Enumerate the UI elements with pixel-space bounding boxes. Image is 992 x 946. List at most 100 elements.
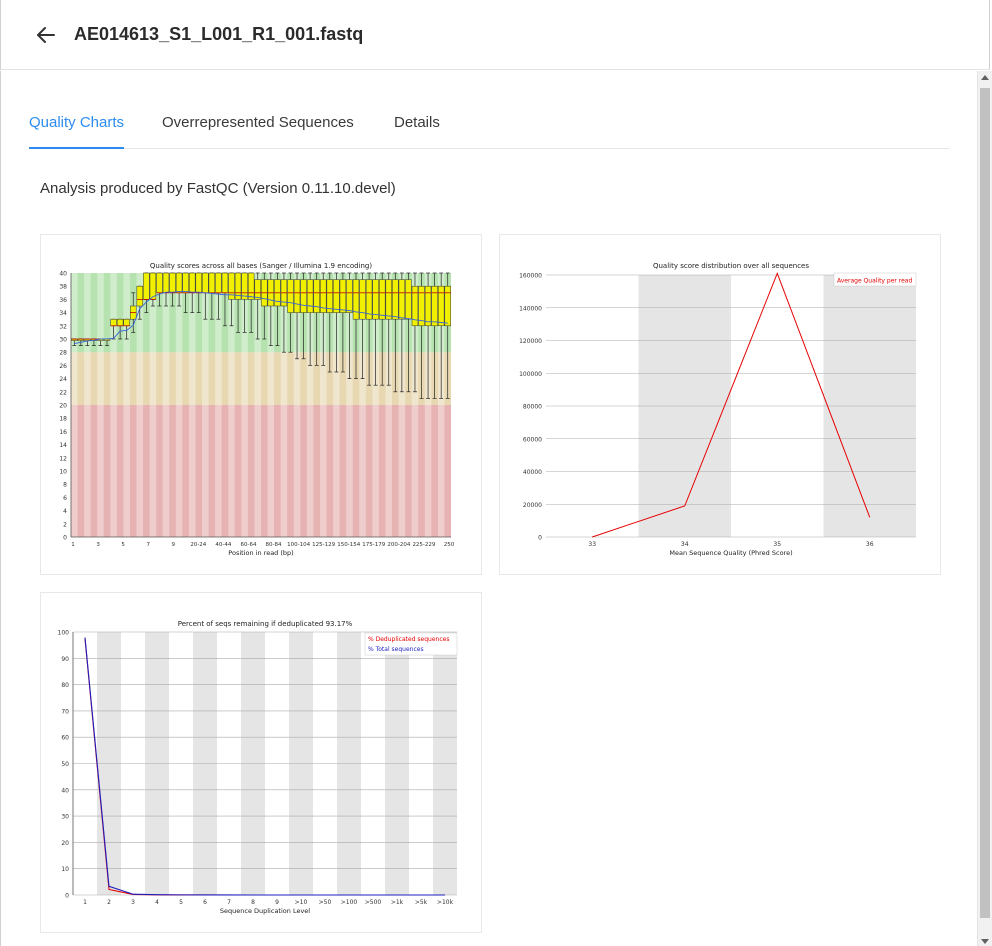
y-tick-label: 30	[61, 814, 69, 821]
y-tick-label: 24	[59, 376, 67, 383]
x-tick-label: 5	[179, 899, 183, 906]
y-tick-label: 40	[59, 271, 67, 278]
x-tick-label: 175-179	[362, 542, 385, 548]
scroll-down-arrow-icon[interactable]	[981, 939, 989, 944]
y-tick-label: 20	[61, 840, 69, 847]
iqr-box	[110, 318, 117, 327]
legend-entry: % Total sequences	[368, 646, 424, 653]
chart-title: Percent of seqs remaining if deduplicate…	[178, 620, 353, 628]
iqr-box	[313, 279, 320, 313]
y-tick-label: 34	[59, 310, 67, 317]
back-button[interactable]	[31, 20, 61, 50]
scrollbar-thumb[interactable]	[980, 88, 990, 918]
y-tick-label: 36	[59, 297, 67, 304]
x-tick-label: 9	[275, 899, 279, 906]
page-title: AE014613_S1_L001_R1_001.fastq	[74, 24, 364, 44]
iqr-box	[352, 279, 360, 320]
x-tick-label: 60-64	[240, 542, 256, 548]
iqr-box	[392, 279, 399, 320]
column-stripe	[84, 273, 91, 537]
analysis-info-text: Analysis produced by FastQC (Version 0.1…	[40, 180, 396, 197]
x-tick-label: 8	[251, 899, 255, 906]
y-tick-label: 20000	[523, 502, 542, 509]
tab-overrepresented-sequences[interactable]: Overrepresented Sequences	[162, 113, 354, 148]
iqr-box	[169, 272, 176, 294]
per-base-quality-card: Quality scores across all bases (Sanger …	[40, 234, 482, 575]
per-base-quality-chart: Quality scores across all bases (Sanger …	[59, 262, 454, 557]
y-tick-label: 6	[63, 495, 67, 502]
iqr-box	[182, 272, 189, 294]
column-stripe	[149, 273, 157, 537]
y-tick-label: 32	[59, 323, 67, 330]
y-tick-label: 4	[63, 508, 67, 515]
iqr-box	[221, 272, 229, 294]
x-axis-label: Mean Sequence Quality (Phred Score)	[669, 549, 792, 557]
iqr-box	[195, 272, 202, 294]
iqr-box	[189, 272, 196, 294]
x-tick-label: 100-104	[287, 542, 310, 548]
x-tick-label: 4	[155, 899, 159, 906]
x-tick-label: 7	[146, 542, 150, 548]
quality-distribution-card: Quality score distribution over all sequ…	[499, 234, 941, 575]
scroll-up-arrow-icon[interactable]	[981, 75, 989, 80]
x-tick-label: 36	[866, 541, 874, 548]
column-stripe	[71, 273, 78, 537]
iqr-box	[202, 272, 209, 294]
iqr-box	[162, 272, 170, 294]
x-tick-label: >5k	[415, 899, 428, 906]
tab-quality-charts[interactable]: Quality Charts	[29, 113, 125, 149]
column-stripe	[110, 273, 117, 537]
x-tick-label: 2	[107, 899, 111, 906]
legend-entry: Average Quality per read	[837, 278, 912, 285]
y-tick-label: 12	[59, 455, 67, 462]
y-tick-label: 18	[59, 416, 67, 423]
vertical-scrollbar[interactable]	[977, 71, 992, 946]
y-tick-label: 40	[61, 787, 69, 794]
y-tick-label: 120000	[519, 338, 542, 345]
iqr-box	[431, 285, 438, 327]
x-tick-label: 34	[681, 541, 689, 548]
x-tick-label: >500	[365, 899, 382, 906]
iqr-box	[385, 279, 392, 320]
x-tick-label: 200-204	[387, 542, 410, 548]
iqr-box	[306, 279, 314, 313]
x-axis-label: Sequence Duplication Level	[220, 907, 310, 915]
y-tick-label: 10	[59, 469, 67, 476]
iqr-box	[175, 272, 183, 294]
column-stripe	[97, 273, 104, 537]
iqr-box	[293, 279, 301, 313]
x-tick-label: 3	[96, 542, 100, 548]
y-tick-label: 80	[61, 682, 69, 689]
iqr-box	[208, 272, 216, 294]
y-tick-label: 0	[65, 893, 69, 900]
iqr-box	[123, 318, 130, 327]
column-stripe	[123, 273, 130, 537]
x-tick-label: 35	[773, 541, 781, 548]
y-tick-label: 2	[63, 521, 67, 528]
iqr-box	[254, 279, 261, 300]
column-stripe	[175, 273, 183, 537]
x-tick-label: >10k	[437, 899, 454, 906]
x-tick-label: >50	[319, 899, 332, 906]
iqr-box	[215, 272, 222, 294]
iqr-box	[372, 279, 379, 320]
y-tick-label: 30	[59, 337, 67, 344]
x-tick-label: 1	[83, 899, 87, 906]
quality-distribution-chart: Quality score distribution over all sequ…	[519, 262, 917, 557]
chart-title: Quality score distribution over all sequ…	[653, 262, 809, 270]
tab-details[interactable]: Details	[394, 113, 440, 148]
y-tick-label: 90	[61, 656, 69, 663]
y-tick-label: 60000	[523, 436, 542, 443]
column-stripe	[162, 273, 170, 537]
arrow-left-icon	[37, 27, 55, 43]
x-tick-label: >10	[295, 899, 308, 906]
iqr-box	[346, 279, 353, 313]
y-tick-label: 140000	[519, 305, 542, 312]
y-tick-label: 14	[59, 442, 67, 449]
iqr-box	[326, 279, 333, 313]
duplication-levels-card: Percent of seqs remaining if deduplicate…	[40, 592, 482, 933]
y-tick-label: 100000	[519, 371, 542, 378]
x-tick-label: 40-44	[215, 542, 231, 548]
y-tick-label: 160000	[519, 273, 542, 280]
x-tick-label: 7	[227, 899, 231, 906]
